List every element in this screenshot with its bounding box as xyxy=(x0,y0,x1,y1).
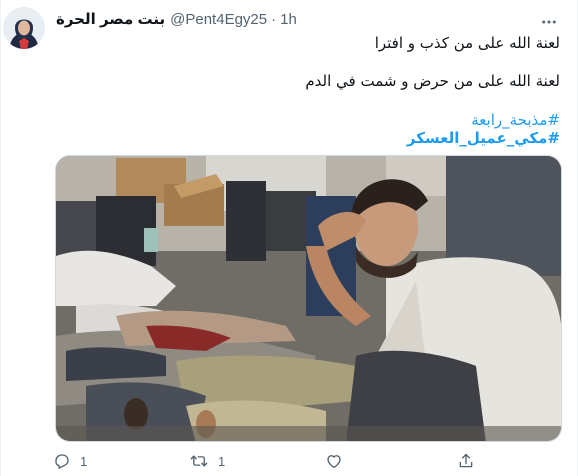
reply-button[interactable]: 1 xyxy=(53,450,87,472)
reply-count: 1 xyxy=(80,453,88,469)
tweet-photo[interactable] xyxy=(55,155,562,442)
retweet-count: 1 xyxy=(218,453,226,469)
more-options-button[interactable] xyxy=(537,10,561,34)
avatar[interactable] xyxy=(3,7,45,49)
retweet-button[interactable]: 1 xyxy=(189,450,225,472)
more-icon xyxy=(542,20,556,24)
timestamp[interactable]: 1h xyxy=(280,11,297,29)
reply-icon xyxy=(55,454,69,469)
retweet-icon xyxy=(190,455,208,467)
like-icon xyxy=(327,455,341,469)
share-button[interactable] xyxy=(457,450,475,472)
like-button[interactable] xyxy=(325,450,343,472)
display-name[interactable]: بنت مصر الحرة xyxy=(56,11,165,29)
tweet[interactable]: بنت مصر الحرة @Pent4Egy25 · 1h لعنة الله… xyxy=(0,0,578,476)
tweet-actions: 1 1 xyxy=(53,450,483,474)
tweet-header: بنت مصر الحرة @Pent4Egy25 · 1h xyxy=(56,11,297,29)
separator-dot: · xyxy=(271,11,277,28)
hashtag-link[interactable]: #مذبحة_رابعة xyxy=(56,110,560,130)
user-handle[interactable]: @Pent4Egy25 xyxy=(170,11,267,29)
avatar-image xyxy=(3,7,45,49)
photo-image xyxy=(56,156,561,441)
share-icon xyxy=(459,453,473,468)
tweet-text-line: لعنة الله على من كذب و افترا xyxy=(374,34,560,52)
hashtag-link[interactable]: #مكي_عميل_العسكر xyxy=(56,128,560,148)
tweet-text-line: لعنة الله على من حرض و شمت في الدم xyxy=(305,72,560,90)
